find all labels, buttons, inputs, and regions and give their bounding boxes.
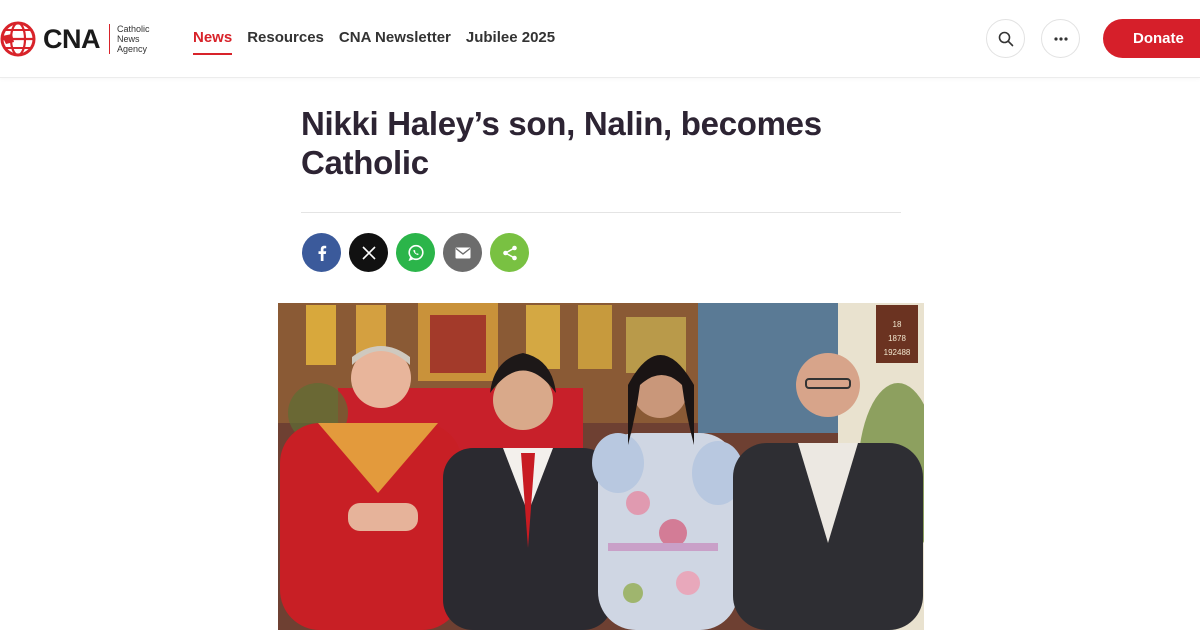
donate-button[interactable]: Donate [1103, 19, 1200, 58]
email-icon [455, 247, 470, 258]
main-nav: News Resources CNA Newsletter Jubilee 20… [193, 29, 555, 55]
logo-wordmark: CNA [43, 23, 101, 54]
share-facebook-button[interactable] [302, 233, 341, 272]
hymn-board-number: 192488 [884, 348, 911, 357]
logo-subtitle-line: News [117, 34, 140, 44]
logo-subtitle-line: Catholic [117, 24, 150, 34]
site-header: CNA Catholic News Agency News Resources … [0, 0, 1200, 78]
more-menu-button[interactable] [1041, 19, 1080, 58]
article-headline: Nikki Haley’s son, Nalin, becomes Cathol… [301, 105, 822, 181]
search-button[interactable] [986, 19, 1025, 58]
cna-logo[interactable]: CNA Catholic News Agency [0, 14, 157, 64]
hero-photo-illustration: 18 1878 192488 [278, 303, 924, 630]
headline-divider [301, 212, 901, 213]
logo-subtitle: Catholic News Agency [117, 24, 157, 54]
facebook-icon [318, 245, 326, 261]
hymn-board-number: 1878 [888, 334, 906, 343]
share-buttons [302, 233, 529, 272]
search-icon [998, 31, 1013, 46]
logo-separator [109, 24, 110, 54]
hymn-board-number: 18 [893, 320, 902, 329]
more-horizontal-icon [1053, 36, 1068, 41]
nav-item-resources[interactable]: Resources [247, 29, 324, 55]
nav-item-newsletter[interactable]: CNA Newsletter [339, 29, 451, 55]
share-whatsapp-button[interactable] [396, 233, 435, 272]
article-hero-photo: 18 1878 192488 [278, 303, 924, 630]
nav-item-news[interactable]: News [193, 29, 233, 55]
whatsapp-icon [407, 244, 424, 261]
share-email-button[interactable] [443, 233, 482, 272]
share-icon [502, 245, 517, 260]
x-icon [361, 245, 376, 260]
globe-logo-icon [0, 21, 36, 57]
nav-item-jubilee[interactable]: Jubilee 2025 [466, 29, 555, 55]
share-more-button[interactable] [490, 233, 529, 272]
share-x-button[interactable] [349, 233, 388, 272]
logo-subtitle-line: Agency [117, 44, 148, 54]
